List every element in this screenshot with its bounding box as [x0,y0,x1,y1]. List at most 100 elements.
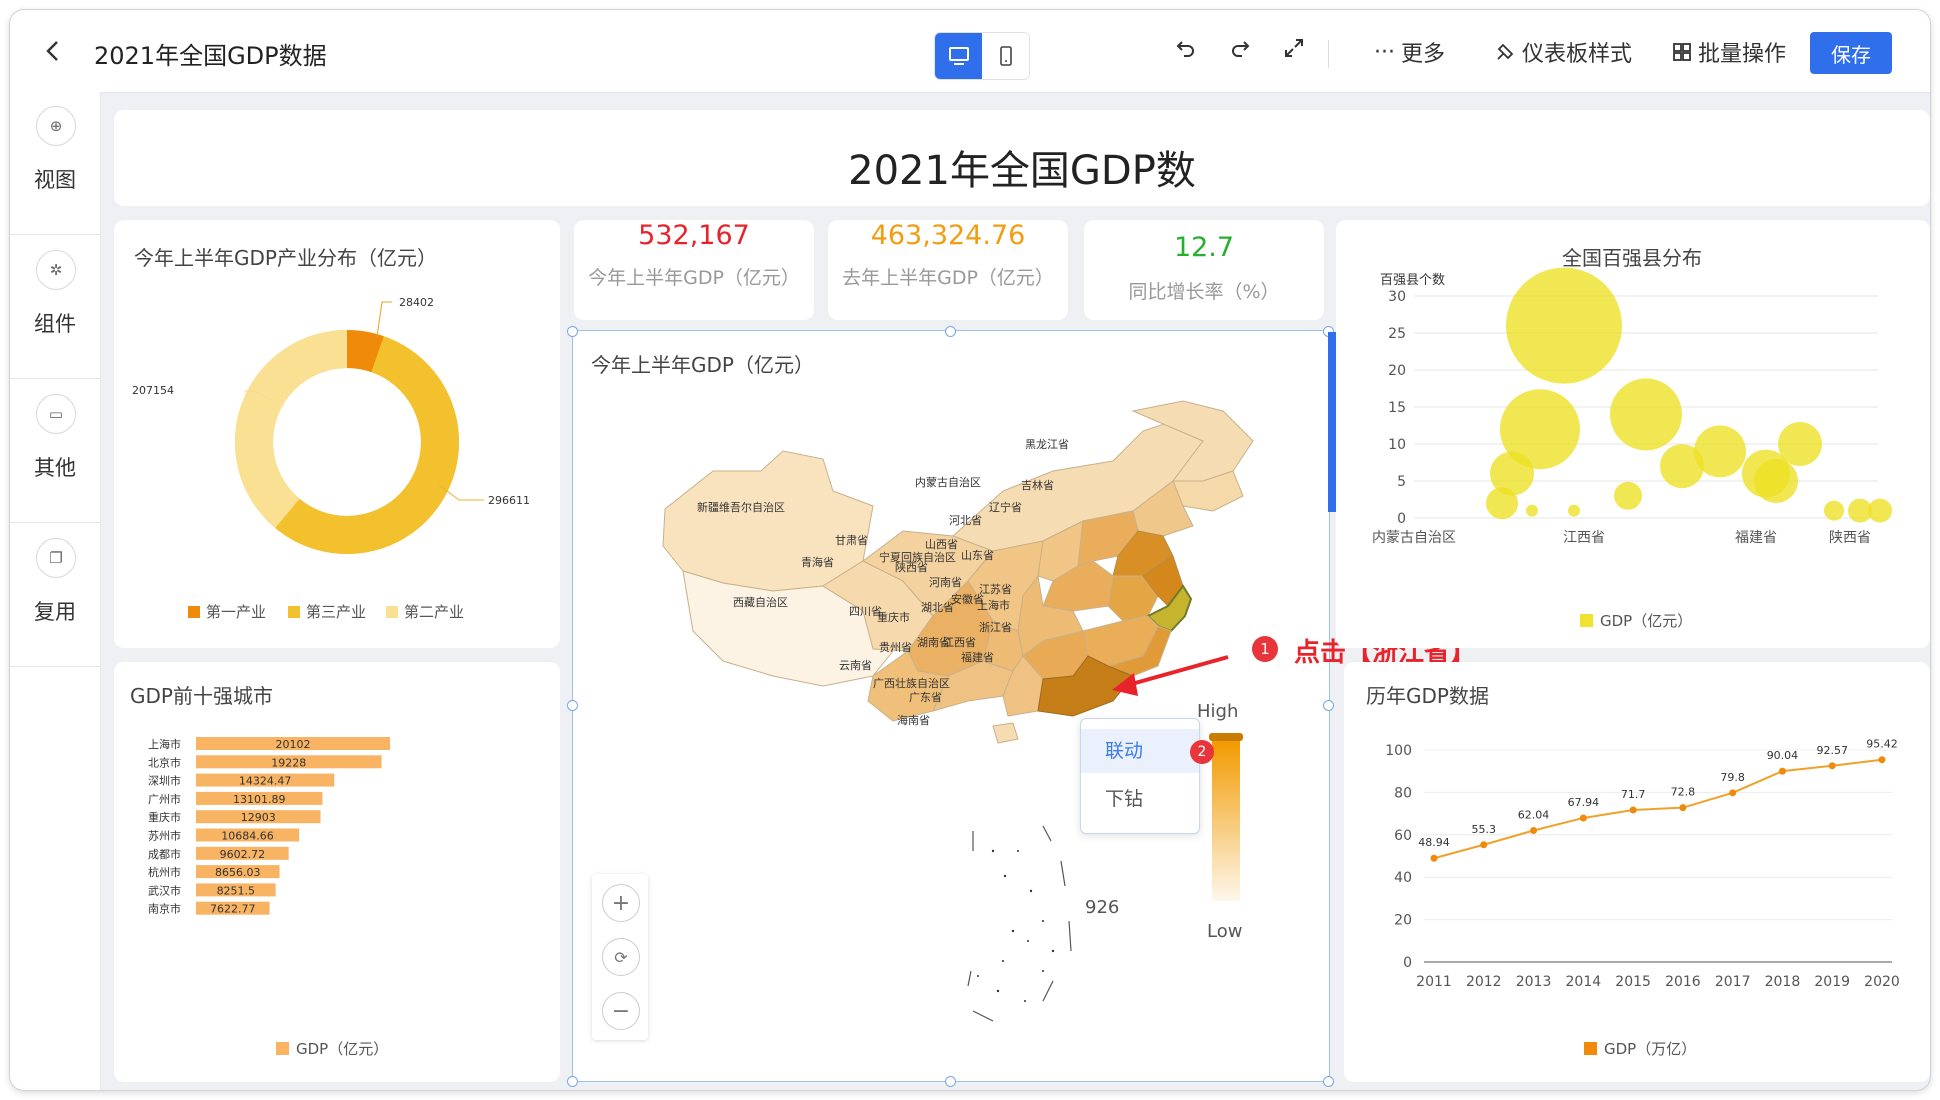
kpi-label: 同比增长率（%） [1128,281,1280,303]
province-label: 山东省 [961,549,994,562]
sidebar-item-label: 复用 [34,600,76,624]
desktop-view-button[interactable] [935,33,982,79]
province-hainan[interactable] [992,722,1019,744]
bubble-point [1526,504,1538,517]
y-tick-label: 15 [1388,400,1406,416]
resize-handle[interactable] [567,326,578,337]
more-button[interactable]: ··· 更多 [1374,36,1445,68]
data-label: 79.8 [1720,771,1745,784]
more-dots-icon: ··· [1374,39,1395,65]
kpi-card-last-year[interactable]: 463,324.76 去年上半年GDP（亿元） [828,220,1068,320]
bubble-point [1614,481,1642,510]
batch-operation-label: 批量操作 [1698,42,1787,67]
resize-handle[interactable] [945,1076,956,1087]
bubble-point [1778,422,1822,466]
bubble-point [1824,500,1844,521]
province-label: 宁夏回族自治区 [879,550,956,564]
top-toolbar: 2021年全国GDP数据 ··· 更多 仪表板样式 批量操作 保存 [10,10,1930,93]
x-tick-label: 2013 [1516,974,1552,990]
city-bar-value: 14324.47 [239,775,292,788]
menu-item-drilldown[interactable]: 下钻 [1081,777,1199,821]
industry-donut-card[interactable]: 今年上半年GDP产业分布（亿元） 28402 207154 296611 第一产… [114,220,560,648]
gdp-map-card[interactable]: 今年上半年GDP（亿元） 黑龙江省 吉林省 辽宁省 内蒙古自治区 新疆维吾尔自治… [572,330,1330,1082]
slice-secondary [235,330,348,528]
resize-handle[interactable] [567,700,578,711]
map-zoom-controls: + ⟳ − [592,874,648,1040]
city-label: 北京市 [148,755,181,769]
plus-circle-icon: ⊕ [36,106,76,146]
legend-label-1: 第一产业 [206,603,266,621]
resize-handle[interactable] [567,1076,578,1087]
donut-label-b: 207154 [132,384,174,397]
save-button[interactable]: 保存 [1810,32,1892,74]
batch-operation-button[interactable]: 批量操作 [1672,36,1786,68]
province-label: 甘肃省 [835,534,868,547]
gdp-line [1433,758,1883,860]
legend-slider-track[interactable] [1209,733,1243,903]
province-xinjiang[interactable] [662,450,874,592]
reset-view-button[interactable]: ⟳ [602,938,640,976]
fullscreen-button[interactable] [1282,36,1306,60]
more-label: 更多 [1400,42,1445,67]
province-label: 江西省 [943,636,976,649]
province-label: 江苏省 [979,583,1012,596]
city-bar-value: 19228 [271,756,306,769]
province-label: 新疆维吾尔自治区 [697,500,785,514]
sidebar-item-other[interactable]: ▭ 其他 [10,380,100,523]
dashboard-style-button[interactable]: 仪表板样式 [1494,36,1632,68]
mobile-view-button[interactable] [982,33,1029,79]
city-label: 重庆市 [148,810,181,824]
phone-icon [999,46,1012,66]
zoom-out-button[interactable]: − [602,992,640,1030]
resize-handle[interactable] [1323,1076,1334,1087]
app-window: 2021年全国GDP数据 ··· 更多 仪表板样式 批量操作 保存 ⊕ 视图 ✲… [10,10,1930,1090]
province-label: 山西省 [925,538,958,551]
legend-swatch-1 [188,606,200,618]
data-label: 48.94 [1418,836,1450,849]
top-counties-card[interactable]: 全国百强县分布 百强县个数 0 5 10 15 20 25 30 内蒙古自治区 江西省 福建省 陕西… [1336,220,1930,648]
legend-swatch [276,1042,289,1055]
back-arrow-icon[interactable] [38,36,68,66]
y-tick-label: 30 [1388,289,1406,305]
province-label: 吉林省 [1021,478,1054,492]
legend-high-label: High [1197,701,1239,722]
city-bar-value: 10684.66 [221,830,274,843]
bubble-point [1506,267,1622,384]
kpi-card-growth[interactable]: 12.7 同比增长率（%） [1084,220,1324,320]
kpi-card-this-year[interactable]: 532,167 今年上半年GDP（亿元） [574,220,814,320]
province-label: 云南省 [839,659,872,672]
menu-item-link[interactable]: 联动 [1081,729,1199,773]
sidebar-item-component[interactable]: ✲ 组件 [10,236,100,379]
x-tick-label: 2012 [1466,974,1502,990]
slice-primary [346,330,384,373]
bubble-point [1610,378,1682,451]
resize-handle[interactable] [1323,700,1334,711]
line-chart: 0 20 40 60 80 100 2011 2012 2013 2014 2015 2016 2017… [1385,738,1900,1058]
sidebar-item-reuse[interactable]: ❐ 复用 [10,524,100,667]
city-bar-value: 13101.89 [233,793,286,806]
legend-top-handle[interactable] [1209,733,1243,741]
undo-button[interactable] [1174,36,1198,60]
sidebar-item-view[interactable]: ⊕ 视图 [10,92,100,235]
donut-label-c: 296611 [488,494,530,507]
x-tick-label: 2018 [1765,974,1801,990]
redo-icon [1232,41,1250,57]
banner-card[interactable]: 2021年全国GDP数 [114,110,1930,206]
yearly-gdp-card[interactable]: 历年GDP数据 0 20 40 60 80 100 2011 2012 2013 2014 2015… [1344,662,1930,1082]
city-label: 上海市 [148,737,181,751]
province-label: 湖北省 [921,601,954,614]
step-badge-2: 2 [1190,740,1214,764]
resize-handle[interactable] [945,326,956,337]
kpi-value: 463,324.76 [870,220,1026,251]
bubble-point [1500,389,1580,470]
redo-button[interactable] [1228,36,1252,60]
zoom-in-button[interactable]: + [602,884,640,922]
line-point [1778,767,1786,775]
top-cities-card[interactable]: GDP前十强城市 上海市 20102 北京市 19228 深圳市 14324.47 广州市 1… [114,662,560,1082]
line-point [1729,789,1737,797]
city-bar-chart: 上海市 20102 北京市 19228 深圳市 14324.47 广州市 13101.89 重庆… [148,737,390,1058]
data-label: 71.7 [1621,788,1646,801]
slice-tertiary [275,336,459,554]
line-point [1878,756,1886,764]
kpi-value: 12.7 [1173,232,1235,263]
